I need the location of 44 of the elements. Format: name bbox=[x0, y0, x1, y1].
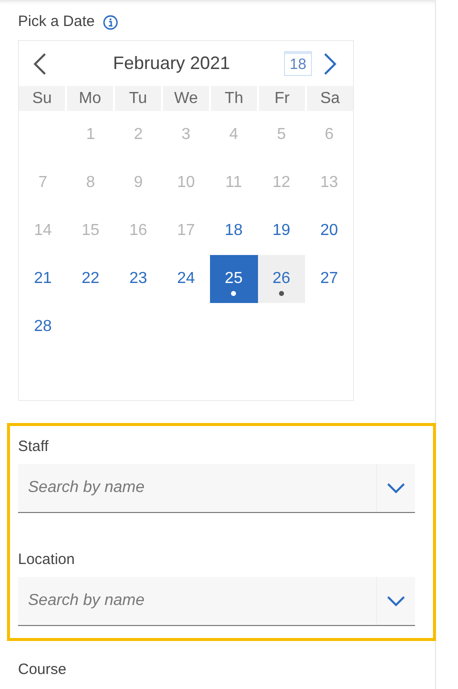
field-label: Staff bbox=[18, 438, 50, 456]
day-cell[interactable]: 21 bbox=[19, 255, 67, 303]
day-cell[interactable]: 23 bbox=[114, 255, 162, 303]
day-cell[interactable]: 5 bbox=[258, 111, 306, 159]
weekday-label: Tu bbox=[115, 86, 161, 111]
weekday-label: Th bbox=[211, 86, 257, 111]
day-cell[interactable]: 28 bbox=[19, 303, 67, 351]
day-cell[interactable]: 25 bbox=[210, 255, 258, 303]
info-icon[interactable] bbox=[102, 14, 118, 30]
weekday-label: Fr bbox=[259, 86, 305, 111]
day-cell[interactable]: 9 bbox=[114, 159, 162, 207]
day-cell[interactable]: 1 bbox=[66, 111, 114, 159]
day-cell[interactable]: 18 bbox=[210, 207, 258, 255]
section-label: Course bbox=[18, 661, 68, 679]
day-cell[interactable]: 26 bbox=[258, 255, 306, 303]
section-label: Pick a Date bbox=[18, 13, 95, 31]
field-label: Location bbox=[18, 551, 76, 569]
day-cell[interactable]: 12 bbox=[258, 159, 306, 207]
day-cell[interactable]: 3 bbox=[162, 111, 210, 159]
day-cell[interactable]: 27 bbox=[305, 255, 353, 303]
day-cell[interactable]: 22 bbox=[66, 255, 114, 303]
day-cell[interactable]: 16 bbox=[114, 207, 162, 255]
day-cell[interactable]: 24 bbox=[162, 255, 210, 303]
day-cell[interactable]: 13 bbox=[305, 159, 353, 207]
day-cell[interactable]: 19 bbox=[258, 207, 306, 255]
month-title: February 2021 bbox=[112, 53, 232, 74]
day-cell[interactable]: 17 bbox=[162, 207, 210, 255]
weekday-label: Su bbox=[19, 86, 65, 111]
day-cell[interactable]: 7 bbox=[19, 159, 67, 207]
day-cell[interactable]: 15 bbox=[66, 207, 114, 255]
day-cell[interactable]: 4 bbox=[210, 111, 258, 159]
previous-month-button[interactable] bbox=[33, 52, 47, 74]
weekday-label: We bbox=[163, 86, 209, 111]
today-button[interactable]: 18 bbox=[284, 51, 312, 76]
day-cell[interactable]: 8 bbox=[66, 159, 114, 207]
day-cell[interactable]: 10 bbox=[162, 159, 210, 207]
day-cell[interactable]: 2 bbox=[114, 111, 162, 159]
day-cell[interactable]: 11 bbox=[210, 159, 258, 207]
next-month-button[interactable] bbox=[323, 52, 337, 74]
day-cell[interactable]: 20 bbox=[305, 207, 353, 255]
weekday-label: Sa bbox=[307, 86, 353, 111]
day-cell[interactable]: 6 bbox=[305, 111, 353, 159]
weekday-label: Mo bbox=[67, 86, 113, 111]
day-cell[interactable]: 14 bbox=[19, 207, 67, 255]
